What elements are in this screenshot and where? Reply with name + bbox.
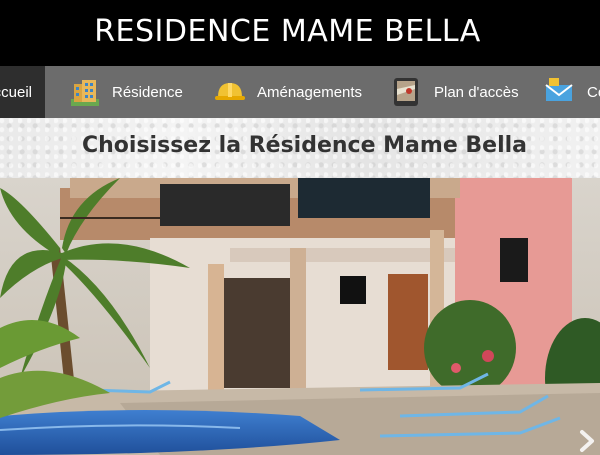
nav-item-residence[interactable]: Résidence <box>68 66 183 118</box>
nav-item-contact[interactable]: Co <box>543 66 600 118</box>
residence-pool-photo <box>0 178 600 455</box>
hero-image <box>0 178 600 455</box>
building-icon <box>71 80 99 106</box>
site-title: RESIDENCE MAME BELLA <box>94 14 481 49</box>
nav-item-label: Co <box>587 83 600 101</box>
mail-icon <box>545 78 573 101</box>
nav-item-accueil[interactable]: ccueil <box>0 66 45 118</box>
nav-item-label: Résidence <box>112 83 183 101</box>
nav-item-plan-acces[interactable]: Plan d'accès <box>390 66 519 118</box>
nav-item-label: Plan d'accès <box>434 83 519 101</box>
map-tablet-icon <box>394 78 418 106</box>
hard-hat-icon <box>215 83 245 100</box>
nav-item-amenagements[interactable]: Aménagements <box>213 66 362 118</box>
site-header: RESIDENCE MAME BELLA <box>0 0 600 66</box>
chevron-right-icon[interactable] <box>578 429 596 453</box>
page-title: Choisissez la Résidence Mame Bella <box>82 133 528 158</box>
nav-item-label: Aménagements <box>257 83 363 101</box>
main-nav: ccueil Résidence Aménagements <box>0 66 600 118</box>
nav-item-label: ccueil <box>0 83 32 101</box>
